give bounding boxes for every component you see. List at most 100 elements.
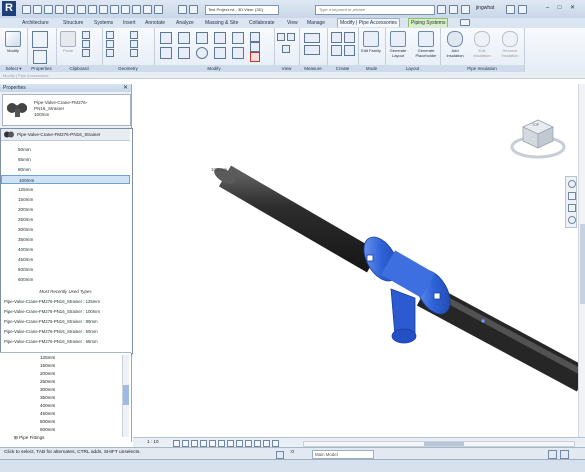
measure-distance-icon[interactable] [304, 33, 320, 43]
app-logo-icon[interactable]: R [2, 1, 16, 16]
recent-type-option[interactable]: Pipe-Valve-Crane-FM276-PN16_Strainer : 1… [1, 307, 130, 316]
3d-view-canvas[interactable]: 100 mm TOP [133, 84, 585, 437]
create-similar-icon[interactable] [344, 32, 355, 43]
size-option[interactable]: 450mm [1, 255, 130, 264]
user-name[interactable]: jingwhat [476, 5, 494, 11]
browser-tree-item[interactable]: 400mm [40, 403, 55, 408]
mirror-axis-icon[interactable] [196, 32, 208, 44]
tab-annotate[interactable]: Annotate [145, 19, 165, 27]
move-icon[interactable] [160, 47, 172, 59]
browser-tree-item[interactable]: 500mm [40, 419, 55, 424]
browser-tree-item[interactable]: 200mm [40, 371, 55, 376]
grip-left-icon[interactable] [366, 254, 374, 262]
properties-icon[interactable] [32, 31, 48, 48]
exchange-icon[interactable] [506, 5, 515, 14]
view-cube[interactable]: TOP [508, 114, 568, 164]
dropdown-family-row[interactable]: Pipe-Valve-Crane-FM276-PN16_Strainer [1, 129, 130, 141]
design-options-field[interactable]: Main Model [312, 450, 374, 459]
detail-level-icon[interactable] [173, 440, 180, 447]
save-icon[interactable] [33, 5, 42, 14]
help-question-icon[interactable] [518, 5, 527, 14]
browser-tree-item[interactable]: 600mm [40, 427, 55, 432]
add-insulation-button[interactable]: Add Insulation [443, 31, 467, 58]
grip-right-icon[interactable] [433, 292, 441, 300]
delete-icon[interactable] [250, 52, 260, 62]
tab-massing-site[interactable]: Massing & Site [205, 19, 238, 27]
notch-icon[interactable] [106, 31, 114, 39]
subscription-icon[interactable] [449, 5, 458, 14]
browser-footer-item[interactable]: ⊞ Pipe Fittings [14, 435, 44, 441]
3d-view-icon[interactable] [110, 5, 119, 14]
size-option[interactable]: 600mm [1, 275, 130, 284]
wall-joins-icon[interactable] [130, 31, 138, 39]
size-option[interactable]: 200mm [1, 205, 130, 214]
size-option[interactable]: 50mm [1, 145, 130, 154]
help-search-input[interactable]: Type a keyword or phrase [315, 5, 435, 15]
sun-path-icon[interactable] [191, 440, 198, 447]
dimension-icon[interactable] [304, 45, 320, 55]
edit-insulation-button[interactable]: Edit Insulation [470, 31, 494, 58]
browser-tree-item[interactable]: 450mm [40, 411, 55, 416]
paste-button[interactable]: Paste [57, 31, 79, 53]
measure-icon[interactable] [77, 5, 86, 14]
open-icon[interactable] [22, 5, 31, 14]
mirror-draw-icon[interactable] [214, 32, 226, 44]
generate-layout-button[interactable]: Generate Layout [387, 31, 409, 58]
create-assembly-icon[interactable] [344, 45, 355, 56]
tag-icon[interactable] [88, 5, 97, 14]
tab-view[interactable]: View [287, 19, 298, 27]
offset-icon[interactable] [178, 32, 190, 44]
scale-icon[interactable] [250, 32, 260, 42]
canvas-vertical-scrollbar[interactable] [578, 84, 585, 437]
crop-view-icon[interactable] [218, 440, 225, 447]
browser-tree-item[interactable]: 300mm [40, 387, 55, 392]
recent-type-option[interactable]: Pipe-Valve-Crane-FM276-PN16_Strainer : 1… [1, 297, 130, 306]
browser-tree-item[interactable]: 125mm [40, 355, 55, 360]
pan-icon[interactable] [568, 204, 576, 212]
remove-insulation-button[interactable]: Remove Insulation [497, 31, 523, 58]
size-option[interactable]: 300mm [1, 225, 130, 234]
canvas-hscroll-thumb[interactable] [424, 442, 464, 446]
visual-style-icon[interactable] [182, 440, 189, 447]
tab-systems[interactable]: Systems [94, 19, 113, 27]
browser-tree-item[interactable]: 250mm [40, 379, 55, 384]
canvas-vscroll-thumb[interactable] [580, 224, 585, 304]
size-option[interactable]: 125mm [1, 185, 130, 194]
close-hidden-icon[interactable] [132, 5, 141, 14]
reveal-hidden-icon[interactable] [254, 440, 261, 447]
type-properties-icon[interactable] [33, 50, 47, 64]
unlock-3d-icon[interactable] [236, 440, 243, 447]
settings-icon[interactable] [189, 5, 198, 14]
tab-insert[interactable]: Insert [123, 19, 136, 27]
tab-piping-systems[interactable]: Piping Systems [408, 18, 449, 27]
close-properties-icon[interactable]: ✕ [123, 84, 128, 92]
highlight-displacement-icon[interactable] [272, 440, 279, 447]
maximize-button[interactable]: □ [555, 4, 564, 12]
size-option[interactable]: 500mm [1, 265, 130, 274]
type-selector[interactable]: Pipe-Valve-Crane-FM276- PN16_Strainer 10… [2, 94, 131, 126]
close-button[interactable]: ✕ [568, 4, 577, 12]
binoculars-icon[interactable] [437, 5, 446, 14]
cut-icon[interactable] [82, 31, 90, 39]
copy-icon[interactable] [82, 40, 90, 48]
pipe-left[interactable] [212, 165, 380, 273]
select-dropdown[interactable]: Select ▾ [0, 65, 27, 72]
pin-icon[interactable] [250, 42, 260, 52]
filter-icon[interactable] [548, 450, 557, 459]
recent-type-option[interactable]: Pipe-Valve-Crane-FM276-PN16_Strainer : 5… [1, 327, 130, 336]
help-icon[interactable] [178, 5, 187, 14]
halftone-icon[interactable] [282, 45, 290, 53]
align-icon[interactable] [160, 32, 172, 44]
split-icon[interactable] [232, 32, 244, 44]
recent-type-option[interactable]: Pipe-Valve-Crane-FM276-PN16_Strainer : 8… [1, 317, 130, 326]
browser-scrollbar[interactable] [122, 355, 129, 437]
view-scale[interactable]: 1 : 10 [147, 439, 159, 444]
create-group-icon[interactable] [331, 32, 342, 43]
undo-icon[interactable] [44, 5, 53, 14]
browser-tree-item[interactable]: 150mm [40, 363, 55, 368]
modify-button[interactable]: Modify [2, 31, 24, 53]
size-option[interactable]: 80mm [1, 165, 130, 174]
tab-structure[interactable]: Structure [63, 19, 83, 27]
paint-icon[interactable] [130, 49, 138, 57]
edit-family-button[interactable]: Edit Family [360, 31, 382, 53]
